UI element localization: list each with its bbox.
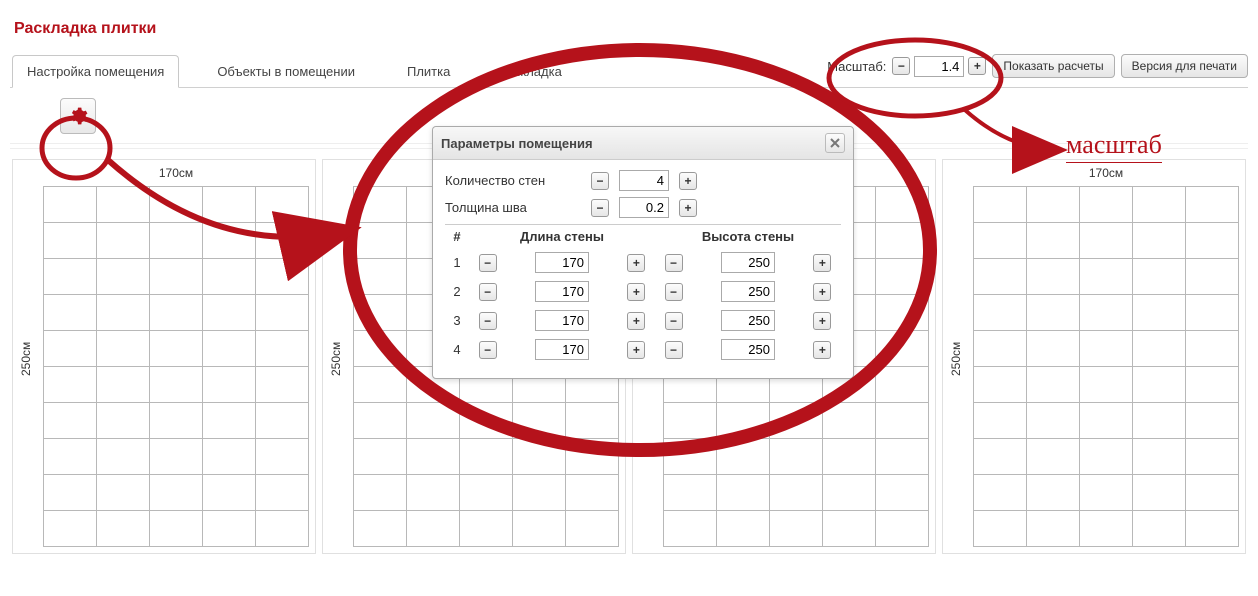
page-title: Раскладка плитки	[14, 20, 1248, 38]
wall-height-label: 250см	[949, 342, 963, 376]
wall-width-label: 170см	[43, 166, 309, 180]
dialog-close-button[interactable]	[825, 133, 845, 153]
row-index: 2	[445, 277, 469, 306]
length-decrement[interactable]: −	[479, 312, 497, 330]
seam-increment[interactable]: +	[679, 199, 697, 217]
height-input[interactable]	[721, 310, 775, 331]
height-increment[interactable]: +	[813, 254, 831, 272]
col-index: #	[445, 225, 469, 249]
height-increment[interactable]: +	[813, 283, 831, 301]
table-row: 2 − + − +	[445, 277, 841, 306]
row-index: 4	[445, 335, 469, 364]
wall-panel-4: 170см 250см	[942, 159, 1246, 554]
height-input[interactable]	[721, 281, 775, 302]
walls-table: # Длина стены Высота стены 1 − + − + 2 −	[445, 224, 841, 364]
height-decrement[interactable]: −	[665, 341, 683, 359]
seam-input[interactable]	[619, 197, 669, 218]
height-increment[interactable]: +	[813, 312, 831, 330]
table-row: 4 − + − +	[445, 335, 841, 364]
tab-room-settings[interactable]: Настройка помещения	[12, 55, 179, 88]
tile-grid[interactable]	[973, 186, 1239, 547]
gear-icon	[68, 106, 88, 126]
scale-input[interactable]	[914, 56, 964, 77]
table-row: 1 − + − +	[445, 248, 841, 277]
length-increment[interactable]: +	[627, 312, 645, 330]
walls-count-increment[interactable]: +	[679, 172, 697, 190]
wall-width-label: 170см	[973, 166, 1239, 180]
length-input[interactable]	[535, 310, 589, 331]
scale-decrement[interactable]: −	[892, 57, 910, 75]
length-input[interactable]	[535, 252, 589, 273]
col-length: Длина стены	[469, 225, 655, 249]
length-decrement[interactable]: −	[479, 254, 497, 272]
length-increment[interactable]: +	[627, 254, 645, 272]
show-calculations-button[interactable]: Показать расчеты	[992, 54, 1114, 78]
print-version-button[interactable]: Версия для печати	[1121, 54, 1248, 78]
tab-layout[interactable]: Выкладка	[488, 56, 575, 87]
length-input[interactable]	[535, 281, 589, 302]
wall-panel-1: 170см 250см	[12, 159, 316, 554]
scale-stepper: − +	[892, 56, 986, 77]
height-decrement[interactable]: −	[665, 254, 683, 272]
length-increment[interactable]: +	[627, 341, 645, 359]
scale-increment[interactable]: +	[968, 57, 986, 75]
table-row: 3 − + − +	[445, 306, 841, 335]
tab-tile[interactable]: Плитка	[393, 56, 464, 87]
length-decrement[interactable]: −	[479, 341, 497, 359]
close-icon	[830, 138, 840, 148]
settings-button[interactable]	[60, 98, 96, 134]
height-decrement[interactable]: −	[665, 312, 683, 330]
length-input[interactable]	[535, 339, 589, 360]
walls-count-input[interactable]	[619, 170, 669, 191]
height-input[interactable]	[721, 252, 775, 273]
tile-grid[interactable]	[43, 186, 309, 547]
height-increment[interactable]: +	[813, 341, 831, 359]
row-index: 1	[445, 248, 469, 277]
dialog-title: Параметры помещения	[441, 136, 593, 151]
wall-height-label: 250см	[329, 342, 343, 376]
height-decrement[interactable]: −	[665, 283, 683, 301]
length-increment[interactable]: +	[627, 283, 645, 301]
seam-label: Толщина шва	[445, 200, 585, 215]
walls-count-decrement[interactable]: −	[591, 172, 609, 190]
tab-objects[interactable]: Объекты в помещении	[203, 56, 369, 87]
col-height: Высота стены	[655, 225, 841, 249]
height-input[interactable]	[721, 339, 775, 360]
row-index: 3	[445, 306, 469, 335]
length-decrement[interactable]: −	[479, 283, 497, 301]
scale-label: Масштаб:	[827, 59, 886, 74]
wall-height-label: 250см	[19, 342, 33, 376]
room-params-dialog: Параметры помещения Количество стен − + …	[432, 126, 854, 379]
seam-decrement[interactable]: −	[591, 199, 609, 217]
walls-count-label: Количество стен	[445, 173, 585, 188]
